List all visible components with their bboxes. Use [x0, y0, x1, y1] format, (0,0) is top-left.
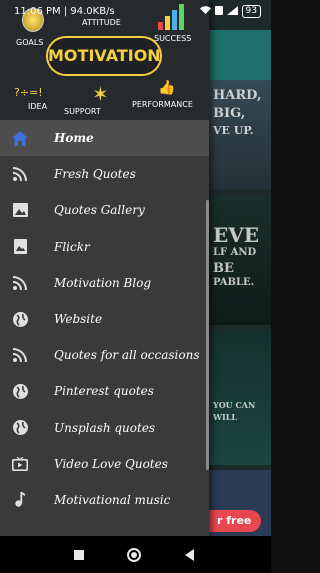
quote-text: YOU CAN	[213, 400, 256, 410]
background-promo-card[interactable]: r free	[209, 470, 271, 540]
home-button[interactable]	[127, 548, 141, 562]
quote-text: VE UP.	[213, 124, 254, 137]
quote-text: WILL	[213, 412, 237, 422]
menu-item-label: Pinterest quotes	[54, 384, 154, 399]
battery-icon: 93	[241, 5, 261, 18]
drawer-scrollbar[interactable]	[206, 200, 209, 470]
menu-item-home[interactable]: Home	[0, 120, 209, 157]
stick-figure-icon: ✶	[92, 82, 109, 106]
menu-item-website[interactable]: Website	[0, 301, 209, 337]
back-button[interactable]	[185, 549, 194, 561]
image-icon	[12, 202, 28, 218]
menu-item-label: Quotes Gallery	[54, 203, 145, 218]
music-note-icon	[12, 492, 28, 508]
menu-item-label: Home	[54, 131, 94, 146]
signal-icon	[226, 5, 238, 18]
background-banner[interactable]	[209, 30, 271, 80]
menu-item-fresh-quotes[interactable]: Fresh Quotes	[0, 156, 209, 192]
menu-item-pinterest-quotes[interactable]: Pinterest quotes	[0, 373, 209, 409]
system-navigation-bar	[0, 536, 271, 573]
quote-text: BIG,	[213, 106, 246, 121]
formula-doodle: ?÷=!	[14, 86, 43, 99]
quote-text: PABLE.	[213, 277, 255, 288]
quote-text: HARD,	[213, 88, 262, 103]
status-bar: 11:06 PM | 94.0KB/s 93	[0, 0, 271, 26]
menu-item-label: Flickr	[54, 239, 90, 254]
header-word-success: SUCCESS	[154, 34, 192, 43]
menu-item-label: Website	[54, 312, 103, 327]
rss-icon	[12, 275, 28, 291]
background-quote-card[interactable]: HARD, BIG, VE UP.	[209, 80, 271, 190]
quote-text: BE	[213, 261, 234, 276]
menu-item-label: Video Love Quotes	[54, 456, 168, 471]
menu-item-label: Motivational music	[54, 492, 171, 507]
globe-icon	[12, 420, 28, 436]
home-button-dot	[131, 552, 137, 558]
drawer-menu: Home Fresh Quotes Quotes Gallery Flickr	[0, 120, 209, 518]
header-word-performance: PERFORMANCE	[132, 100, 193, 109]
motivation-cloud: MOTIVATION	[46, 36, 162, 76]
sim-icon	[214, 5, 223, 18]
background-quote-card[interactable]: EVE LF AND BE PABLE.	[209, 195, 271, 325]
menu-item-unsplash-quotes[interactable]: Unsplash quotes	[0, 410, 209, 446]
quote-text: EVE	[213, 223, 260, 247]
header-word-goals: GOALS	[16, 38, 44, 47]
header-word-support: SUPPORT	[64, 107, 101, 116]
header-word-motivation: MOTIVATION	[48, 46, 161, 65]
try-free-button[interactable]: r free	[209, 510, 261, 532]
navigation-drawer: GOALS ATTITUDE SUCCESS MOTIVATION ?÷=! I…	[0, 0, 209, 536]
home-icon	[12, 130, 28, 146]
menu-item-quotes-for-all-occasions[interactable]: Quotes for all occasions	[0, 337, 209, 373]
menu-item-motivational-music[interactable]: Motivational music	[0, 482, 209, 518]
menu-item-flickr[interactable]: Flickr	[0, 229, 209, 265]
menu-item-video-love-quotes[interactable]: Video Love Quotes	[0, 446, 209, 482]
menu-item-label: Quotes for all occasions	[54, 348, 200, 363]
menu-item-quotes-gallery[interactable]: Quotes Gallery	[0, 192, 209, 228]
globe-icon	[12, 311, 28, 327]
menu-item-label: Fresh Quotes	[54, 167, 136, 182]
menu-item-motivation-blog[interactable]: Motivation Blog	[0, 265, 209, 301]
quote-text: LF AND	[213, 247, 257, 258]
rss-icon	[12, 166, 28, 182]
menu-item-label: Unsplash quotes	[54, 420, 156, 435]
wifi-icon	[199, 5, 211, 18]
rss-icon	[12, 347, 28, 363]
background-quote-card[interactable]: YOU CAN WILL	[209, 330, 271, 465]
status-time: 11:06 PM | 94.0KB/s	[14, 6, 115, 17]
thumbs-up-icon: 👍	[158, 80, 176, 96]
globe-icon	[12, 383, 28, 399]
menu-item-label: Motivation Blog	[54, 275, 152, 290]
tv-icon	[12, 456, 28, 472]
portrait-image-icon	[12, 239, 28, 255]
header-word-idea: IDEA	[28, 102, 48, 111]
recents-button[interactable]	[74, 550, 84, 560]
